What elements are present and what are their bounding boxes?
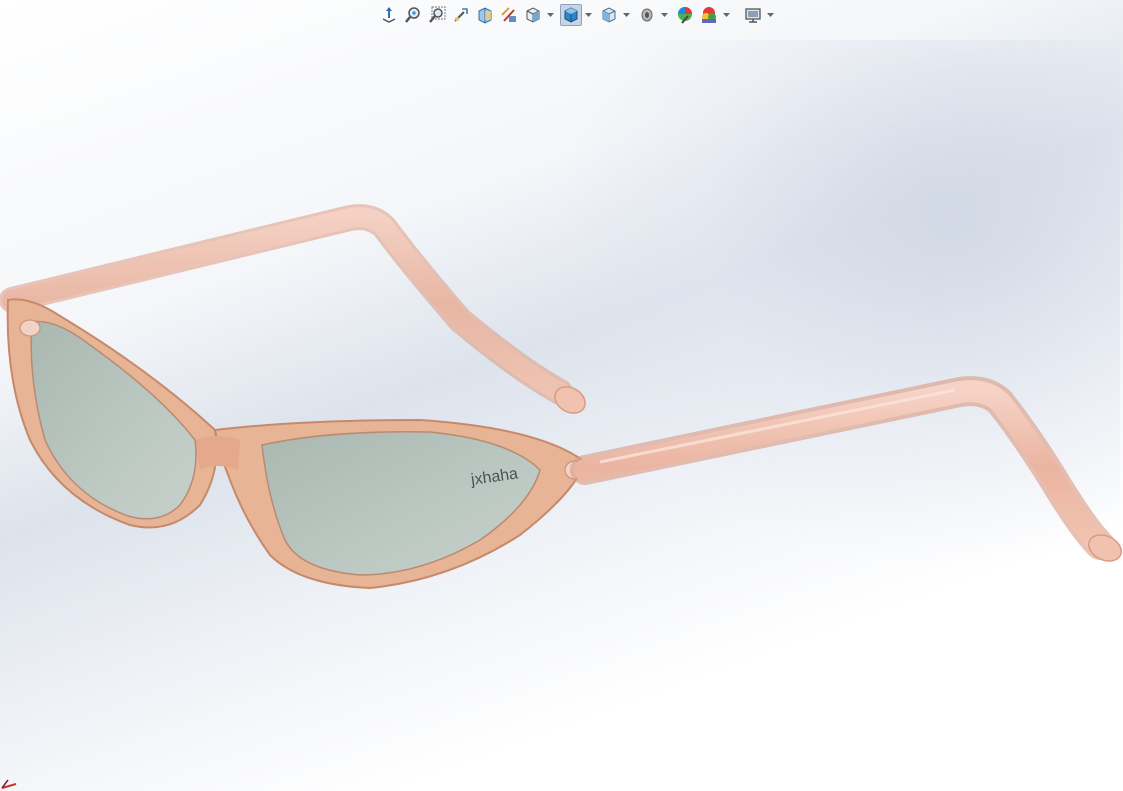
- near-temple-arm: [570, 376, 1122, 562]
- left-hinge: [19, 319, 41, 337]
- right-lens: [261, 431, 541, 576]
- reference-triad-icon: [1, 779, 17, 789]
- sunglasses-model[interactable]: [0, 0, 1123, 791]
- graphics-area[interactable]: jxhaha: [0, 0, 1123, 791]
